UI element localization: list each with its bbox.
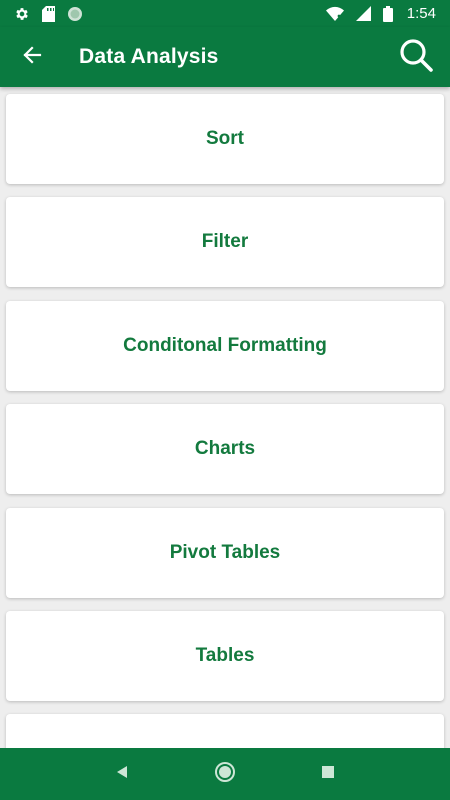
back-triangle-icon	[115, 765, 129, 784]
list-item-label: Pivot Tables	[169, 542, 281, 563]
list-item-conditional-formatting[interactable]: Conditonal Formatting	[6, 301, 444, 391]
list-item-sort[interactable]: Sort	[6, 94, 444, 184]
recents-square-icon	[321, 765, 335, 784]
signal-icon	[355, 6, 371, 21]
list-item-label: Conditonal Formatting	[123, 335, 327, 356]
navigation-bar	[0, 748, 450, 800]
list-item-label: Filter	[201, 231, 249, 252]
status-left	[14, 5, 83, 22]
status-time: 1:54	[406, 5, 436, 22]
menu-list: Sort Filter Conditonal Formatting Charts…	[0, 87, 450, 748]
list-item-label: Tables	[195, 645, 255, 666]
list-item-partial[interactable]	[6, 714, 444, 748]
list-item-label: Charts	[194, 438, 256, 459]
battery-icon	[382, 5, 393, 22]
app-bar: Data Analysis	[0, 27, 450, 87]
gear-icon	[14, 6, 30, 22]
screen: 1:54 Data Analysis Sort Filter Conditona…	[0, 0, 450, 800]
status-bar: 1:54	[0, 0, 450, 27]
list-item-filter[interactable]: Filter	[6, 197, 444, 287]
arrow-left-icon	[22, 45, 42, 70]
list-item-label: Sort	[206, 128, 244, 149]
home-circle-icon	[214, 761, 236, 788]
nav-back-button[interactable]	[102, 754, 142, 794]
search-icon	[398, 37, 434, 78]
back-button[interactable]	[18, 43, 46, 71]
status-right: 1:54	[325, 5, 436, 22]
sync-circle-icon	[67, 6, 83, 22]
list-item-charts[interactable]: Charts	[6, 404, 444, 494]
list-item-pivot-tables[interactable]: Pivot Tables	[6, 508, 444, 598]
sd-card-icon	[42, 5, 55, 22]
wifi-icon	[325, 6, 344, 21]
search-button[interactable]	[396, 37, 436, 77]
nav-home-button[interactable]	[205, 754, 245, 794]
page-title: Data Analysis	[79, 45, 219, 68]
list-item-tables[interactable]: Tables	[6, 611, 444, 701]
nav-recents-button[interactable]	[308, 754, 348, 794]
